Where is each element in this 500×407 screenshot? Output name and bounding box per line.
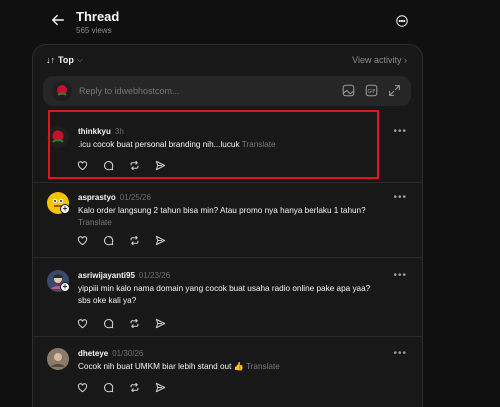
repost-icon[interactable] [129,318,140,329]
sort-icon: ↓↑ [46,55,55,65]
chevron-down-icon: ⌵ [76,55,83,64]
username[interactable]: asriwijayanti95 [78,271,135,280]
thread-panel: ↓↑ Top ⌵ View activity › Reply to idwebh… [32,44,423,407]
highlight-box [48,110,379,179]
avatar[interactable]: + [47,270,70,292]
more-options-icon[interactable]: ••• [393,270,407,281]
comment-icon[interactable] [103,318,114,329]
svg-text:GIF: GIF [368,89,376,95]
page-title: Thread [76,9,120,24]
back-arrow-icon[interactable] [51,13,65,27]
translate-link[interactable]: Translate [246,362,280,371]
divider [33,182,422,183]
header: Thread 565 views [0,0,500,44]
share-icon[interactable] [155,382,166,393]
more-options-icon[interactable]: ••• [393,348,407,359]
divider [33,336,422,337]
share-icon[interactable] [155,235,166,246]
view-activity-link[interactable]: View activity › [352,55,407,65]
more-circle-icon[interactable] [396,15,408,27]
avatar[interactable] [47,348,69,370]
heart-icon[interactable] [77,318,88,329]
image-icon[interactable] [342,84,355,97]
view-count: 565 views [76,26,112,35]
post-text: Cocok nih buat UMKM biar lebih stand out… [78,362,280,371]
post-text: yippiii min kalo nama domain yang cocok … [78,284,371,305]
follow-plus-icon[interactable]: + [60,204,70,214]
gif-icon[interactable]: GIF [365,84,378,97]
timestamp: 01/25/26 [119,193,151,202]
reply-placeholder: Reply to idwebhostcom... [79,86,180,96]
avatar[interactable]: + [47,192,70,214]
follow-plus-icon[interactable]: + [60,282,70,292]
heart-icon[interactable] [77,382,88,393]
reply-input[interactable]: Reply to idwebhostcom... GIF [43,76,411,106]
sort-label: Top [58,55,74,65]
repost-icon[interactable] [129,382,140,393]
username[interactable]: asprastyo [78,193,116,202]
post-text: Kalo order langsung 2 tahun bisa min? At… [78,206,366,227]
sort-dropdown[interactable]: ↓↑ Top ⌵ [46,55,83,65]
repost-icon[interactable] [129,235,140,246]
comment-icon[interactable] [103,382,114,393]
more-options-icon[interactable]: ••• [393,192,407,203]
username[interactable]: dheteye [78,349,108,358]
divider [33,257,422,258]
comment-icon[interactable] [103,235,114,246]
more-options-icon[interactable]: ••• [393,126,407,137]
expand-icon[interactable] [388,84,401,97]
share-icon[interactable] [155,318,166,329]
heart-icon[interactable] [77,235,88,246]
timestamp: 01/30/26 [112,349,144,358]
timestamp: 01/23/26 [138,271,171,280]
avatar [52,81,72,101]
translate-link[interactable]: Translate [78,218,112,227]
